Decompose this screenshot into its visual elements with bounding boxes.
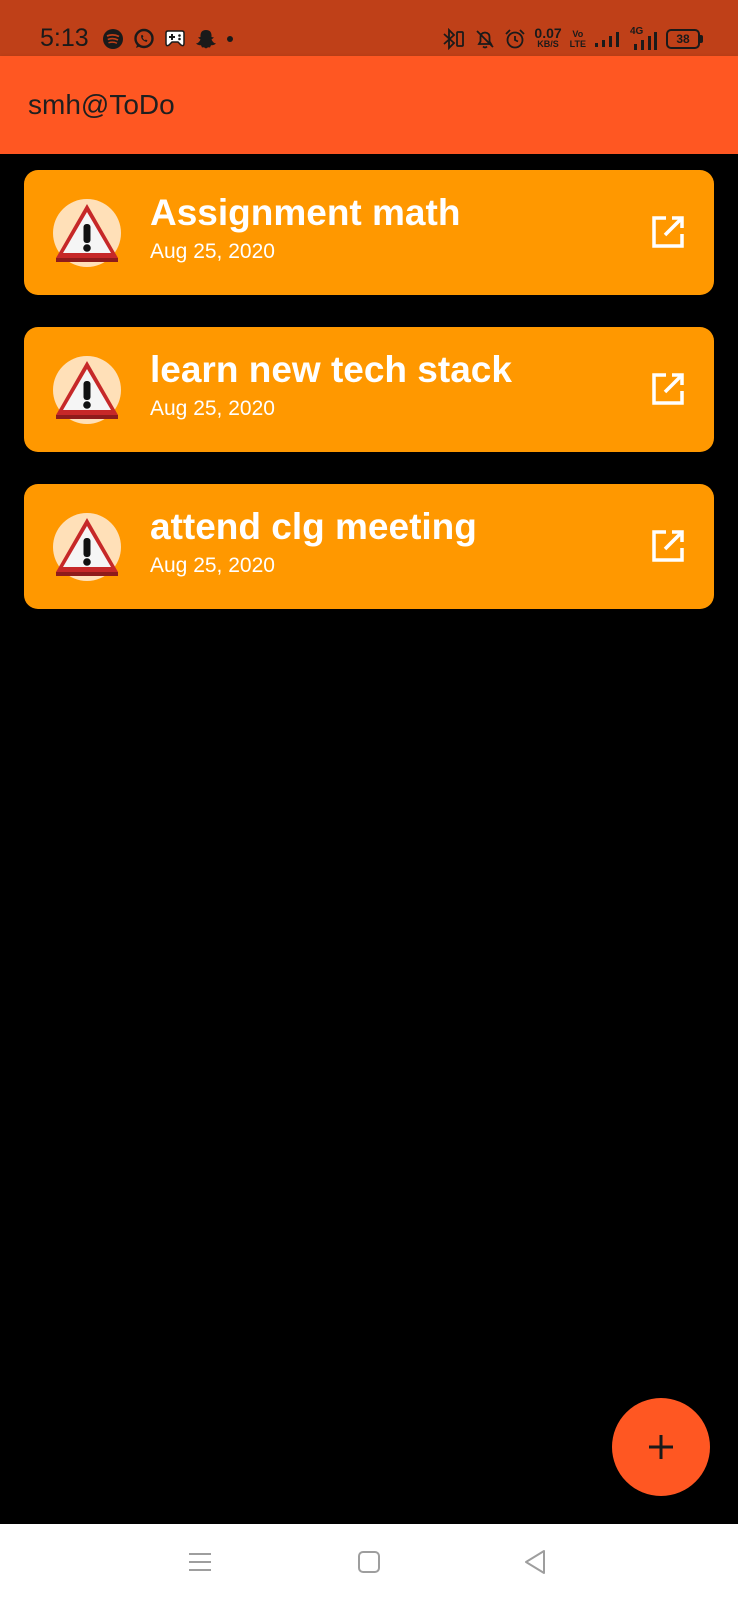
dot-icon: [227, 36, 233, 42]
todo-title: attend clg meeting: [150, 506, 477, 547]
whatsapp-icon: [134, 28, 154, 49]
game-controller-icon: [165, 30, 185, 47]
menu-icon[interactable]: [184, 1546, 216, 1578]
bell-off-icon: [476, 30, 495, 49]
status-time: 5:13: [40, 24, 89, 52]
signal-4g: 4G: [628, 26, 658, 52]
todo-card[interactable]: attend clg meeting Aug 25, 2020: [24, 484, 714, 609]
volte-indicator: Vo LTE: [570, 29, 586, 49]
system-nav-bar: [0, 1524, 738, 1600]
open-external-icon[interactable]: [650, 371, 686, 407]
battery-indicator: 38: [666, 29, 703, 49]
signal-icon: [595, 32, 619, 47]
warning-icon: [53, 356, 121, 424]
todo-date: Aug 25, 2020: [150, 240, 275, 263]
spotify-icon: [103, 29, 123, 49]
warning-icon: [53, 199, 121, 267]
network-speed-unit: KB/S: [537, 39, 559, 49]
todo-date: Aug 25, 2020: [150, 554, 275, 577]
todo-list: Assignment math Aug 25, 2020 learn new t…: [24, 170, 714, 641]
plus-icon: [649, 1435, 673, 1459]
status-right-icons: 0.07 KB/S Vo LTE 4G 38: [442, 24, 703, 54]
volte-bottom-label: LTE: [569, 39, 586, 49]
snapchat-icon: [196, 30, 216, 49]
add-todo-button[interactable]: [612, 1398, 710, 1496]
network-speed-value: 0.07: [534, 25, 562, 41]
back-triangle-icon[interactable]: [520, 1546, 552, 1578]
todo-title: learn new tech stack: [150, 349, 512, 390]
status-left-icons: [102, 26, 234, 52]
app-bar: smh@ToDo: [0, 56, 738, 154]
open-external-icon[interactable]: [650, 214, 686, 250]
todo-date: Aug 25, 2020: [150, 397, 275, 420]
alarm-icon: [505, 29, 526, 49]
todo-card[interactable]: learn new tech stack Aug 25, 2020: [24, 327, 714, 452]
network-speed: 0.07 KB/S: [534, 25, 562, 50]
open-external-icon[interactable]: [650, 528, 686, 564]
volte-top-label: Vo: [572, 29, 584, 39]
home-square-icon[interactable]: [353, 1546, 385, 1578]
app-title: smh@ToDo: [28, 89, 175, 120]
signal-icon: [634, 32, 657, 50]
todo-card[interactable]: Assignment math Aug 25, 2020: [24, 170, 714, 295]
bluetooth-icon: [443, 28, 465, 50]
todo-title: Assignment math: [150, 192, 461, 233]
screen: 5:13 0.07 KB/S Vo LTE 4G 38 smh@ToDo Ass…: [0, 0, 738, 1600]
warning-icon: [53, 513, 121, 581]
status-bar: 5:13 0.07 KB/S Vo LTE 4G 38: [0, 0, 738, 56]
